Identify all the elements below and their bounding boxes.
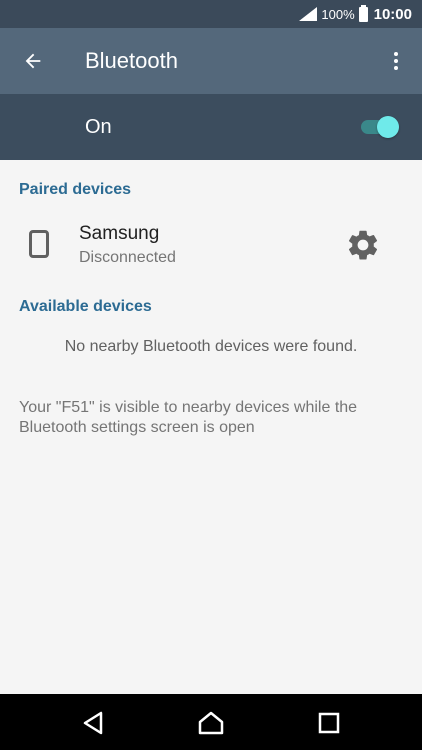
page-title: Bluetooth (85, 48, 178, 73)
bluetooth-toggle[interactable] (361, 114, 401, 140)
device-name: Samsung (79, 223, 160, 244)
home-icon[interactable] (197, 710, 224, 736)
signal-icon (299, 7, 318, 21)
device-status: Disconnected (79, 249, 176, 266)
paired-devices-header: Paired devices (19, 181, 132, 198)
bluetooth-master-switch-row[interactable]: On (0, 94, 422, 160)
app-bar: Bluetooth (0, 28, 422, 94)
battery-percent: 100% (321, 6, 355, 22)
battery-icon (358, 4, 368, 22)
navigation-bar (0, 694, 422, 750)
no-devices-message: No nearby Bluetooth devices were found. (64, 338, 358, 355)
back-triangle-icon[interactable] (81, 710, 107, 736)
clock: 10:00 (373, 5, 412, 23)
recents-icon[interactable] (317, 710, 343, 736)
available-devices-header: Available devices (19, 298, 152, 315)
paired-device-row[interactable]: Samsung Disconnected (0, 210, 422, 280)
phone-icon (29, 230, 49, 263)
more-vert-icon[interactable] (386, 48, 406, 74)
back-arrow-icon[interactable] (20, 48, 46, 74)
visibility-note: Your "F51" is visible to nearby devices … (19, 399, 358, 436)
switch-label: On (85, 116, 112, 138)
toggle-thumb (377, 116, 399, 138)
gear-icon[interactable] (345, 227, 381, 263)
status-bar: 100% 10:00 (0, 0, 422, 28)
